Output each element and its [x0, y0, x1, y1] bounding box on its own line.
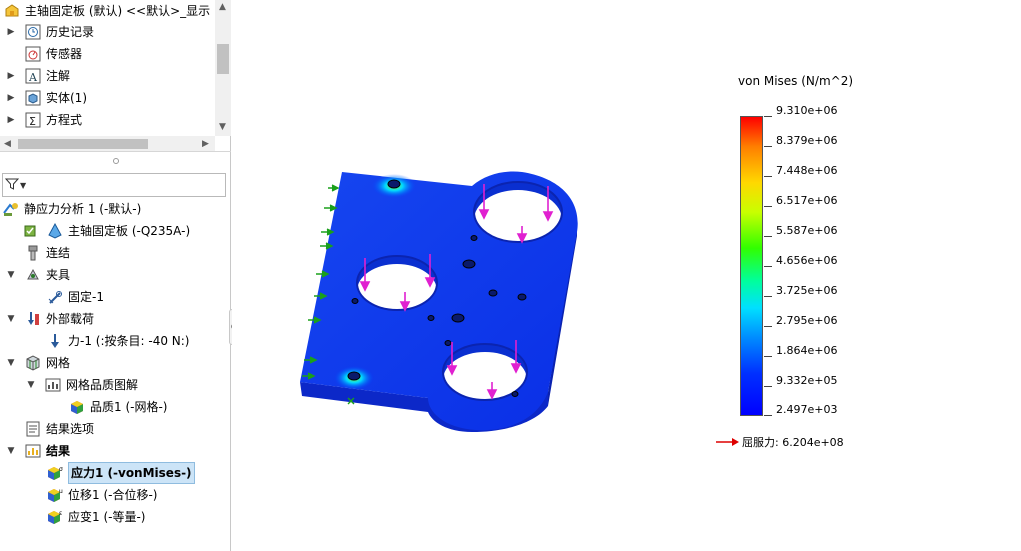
feature-tree: 主轴固定板 (默认) <<默认>_显示 ▶ 历史记录 ▶ 传感器 ▶ A — [0, 0, 231, 152]
result-options-row[interactable]: ▶ 结果选项 — [6, 419, 94, 439]
strain-plot-icon: ε — [46, 509, 64, 525]
splitter-grip-icon — [112, 158, 119, 164]
svg-text:ε: ε — [59, 510, 62, 517]
panel-splitter[interactable] — [0, 152, 231, 170]
force-1-row[interactable]: 力-1 (:按条目: -40 N:) — [30, 331, 189, 351]
hotspot-hole — [347, 371, 361, 381]
feature-item-history[interactable]: ▶ 历史记录 — [6, 22, 94, 42]
graphics-viewport[interactable]: von Mises (N/m^2) 9.310e+06 8.379e+06 7.… — [232, 0, 1021, 551]
part-title: 主轴固定板 (默认) <<默认>_显示 — [25, 4, 211, 18]
quality-plot-icon — [68, 399, 86, 415]
fixed-geometry-icon — [46, 289, 64, 305]
part-root-row[interactable]: 主轴固定板 (默认) <<默认>_显示 — [3, 1, 210, 21]
collapse-arrow-icon[interactable]: ▼ — [26, 375, 36, 395]
svg-text:Σ: Σ — [29, 115, 36, 128]
strain-1-row[interactable]: ε 应变1 (-等量-) — [30, 507, 145, 527]
feature-item-solid-bodies[interactable]: ▶ 实体(1) — [6, 88, 87, 108]
stress-plot-model[interactable] — [232, 0, 1021, 551]
hotspot-hole — [387, 179, 401, 189]
connections-row[interactable]: ▶ 连结 — [6, 243, 70, 263]
result-options-icon — [24, 421, 42, 437]
stress-plot-icon: σ — [46, 465, 64, 481]
expand-arrow-icon[interactable]: ▶ — [6, 88, 16, 108]
study-row[interactable]: 静应力分析 1 (-默认-) — [2, 199, 141, 219]
collapse-arrow-icon[interactable]: ▼ — [6, 265, 16, 285]
expand-arrow-icon[interactable]: ▶ — [6, 110, 16, 130]
feature-tree-horizontal-scrollbar[interactable]: ◀ ▶ — [0, 136, 215, 151]
results-row[interactable]: ▼ 结果 — [6, 441, 70, 461]
feature-tree-vertical-scrollbar[interactable]: ▲ ▼ — [215, 0, 231, 136]
expand-arrow-icon[interactable]: ▶ — [6, 66, 16, 86]
part-folder-icon — [3, 3, 21, 19]
feature-manager-panel: 主轴固定板 (默认) <<默认>_显示 ▶ 历史记录 ▶ 传感器 ▶ A — [0, 0, 231, 551]
history-icon — [24, 24, 42, 40]
connections-icon — [24, 245, 42, 261]
displacement-plot-icon: u — [46, 487, 64, 503]
part-body-icon — [46, 223, 64, 239]
static-study-icon — [2, 201, 20, 217]
scroll-down-icon[interactable]: ▼ — [219, 122, 226, 132]
study-part-row[interactable]: ▶ 主轴固定板 (-Q235A-) — [6, 221, 190, 241]
scroll-right-icon[interactable]: ▶ — [202, 139, 209, 149]
svg-text:A: A — [28, 71, 38, 84]
sensor-icon — [24, 46, 42, 62]
scrollbar-thumb[interactable] — [18, 139, 148, 149]
svg-text:u: u — [59, 488, 63, 495]
results-folder-icon — [24, 443, 42, 459]
annotation-icon: A — [24, 68, 42, 84]
fixtures-row[interactable]: ▼ 夹具 — [6, 265, 70, 285]
plot-folder-icon — [44, 377, 62, 393]
mesh-row[interactable]: ▼ 网格 — [6, 353, 70, 373]
collapse-arrow-icon[interactable]: ▼ — [6, 441, 16, 461]
expand-arrow-icon[interactable]: ▶ — [6, 22, 16, 42]
filter-box[interactable]: ▼ — [2, 173, 226, 197]
solid-body-icon — [24, 90, 42, 106]
external-loads-icon — [24, 311, 42, 327]
scrollbar-thumb[interactable] — [217, 44, 229, 74]
scroll-up-icon[interactable]: ▲ — [219, 2, 226, 12]
mesh-quality-plot-row[interactable]: ▼ 网格品质图解 — [26, 375, 138, 395]
collapse-arrow-icon[interactable]: ▼ — [6, 309, 16, 329]
collapse-arrow-icon[interactable]: ▼ — [6, 353, 16, 373]
feature-item-equations[interactable]: ▶ Σ 方程式 — [6, 110, 82, 130]
external-loads-row[interactable]: ▼ 外部载荷 — [6, 309, 94, 329]
filter-icon[interactable] — [4, 177, 20, 194]
fixture-1-row[interactable]: 固定-1 — [30, 287, 104, 307]
fixtures-icon — [24, 267, 42, 283]
mesh-icon — [24, 355, 42, 371]
quality-1-row[interactable]: 品质1 (-网格-) — [54, 397, 167, 417]
force-arrow-icon — [46, 333, 64, 349]
stress-1-row[interactable]: σ 应力1 (-vonMises-) — [30, 462, 195, 484]
feature-item-annotations[interactable]: ▶ A 注解 — [6, 66, 70, 86]
displacement-1-row[interactable]: u 位移1 (-合位移-) — [30, 485, 157, 505]
scroll-left-icon[interactable]: ◀ — [4, 139, 11, 149]
equation-icon: Σ — [24, 112, 42, 128]
feature-item-sensors[interactable]: ▶ 传感器 — [6, 44, 82, 64]
svg-text:σ: σ — [59, 466, 63, 473]
material-check-icon — [24, 223, 42, 239]
filter-dropdown-icon[interactable]: ▼ — [20, 181, 26, 190]
solidworks-simulation-window: 主轴固定板 (默认) <<默认>_显示 ▶ 历史记录 ▶ 传感器 ▶ A — [0, 0, 1021, 551]
